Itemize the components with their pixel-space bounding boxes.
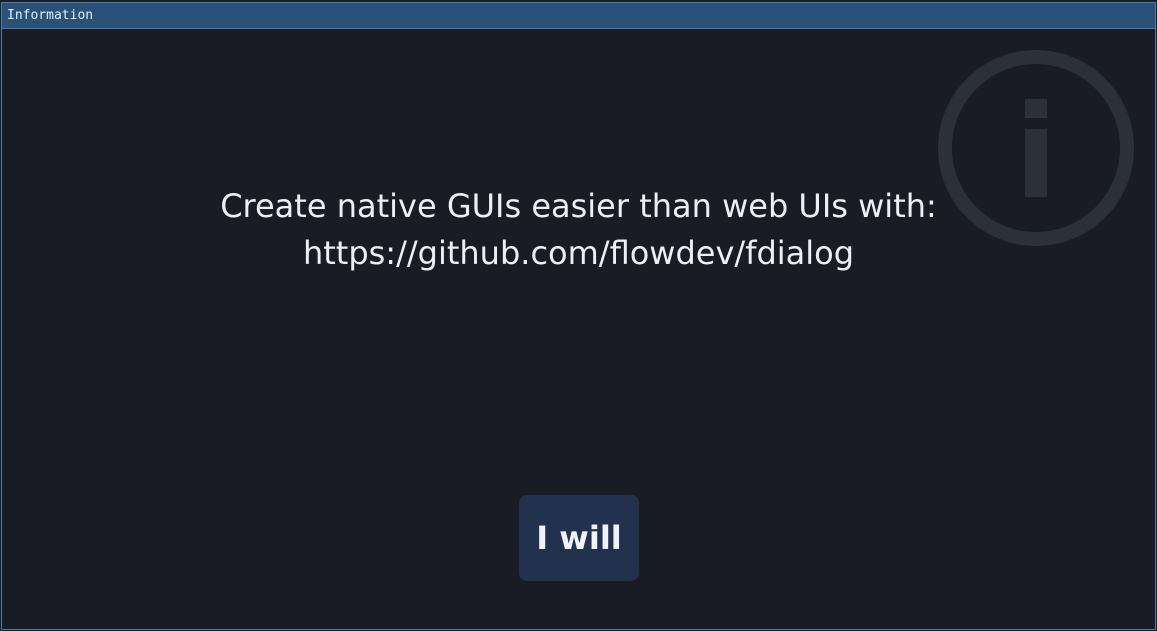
message-link: https://github.com/flowdev/fdialog [302, 234, 855, 272]
dialog-content: Create native GUIs easier than web UIs w… [2, 29, 1155, 629]
message-line-1: Create native GUIs easier than web UIs w… [220, 187, 937, 225]
window-title: Information [7, 8, 94, 23]
title-bar[interactable]: Information [2, 3, 1155, 29]
confirm-button[interactable]: I will [519, 495, 639, 581]
message-text: Create native GUIs easier than web UIs w… [2, 183, 1155, 277]
dialog-window: Information Create native GUIs easier th… [1, 2, 1156, 630]
